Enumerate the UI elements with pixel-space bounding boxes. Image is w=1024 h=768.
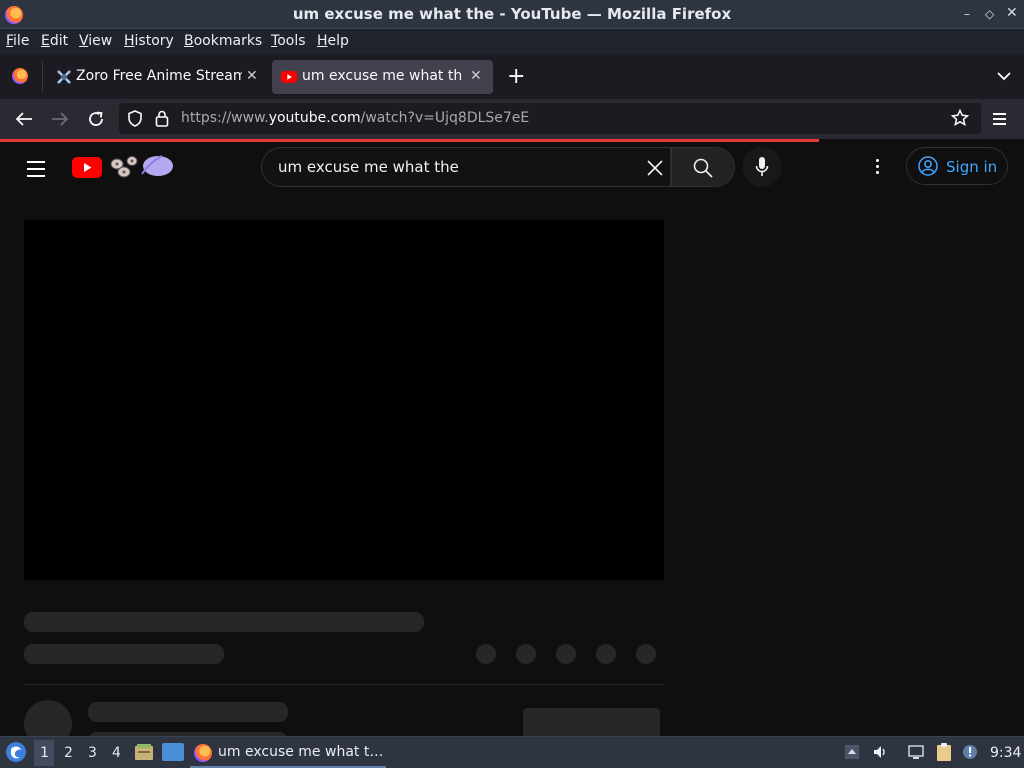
search-input[interactable]: um excuse me what the [261, 147, 671, 187]
back-icon[interactable] [15, 111, 33, 127]
bookmark-star-icon[interactable] [951, 109, 969, 127]
title-skeleton [24, 612, 424, 632]
workspace-3[interactable]: 3 [88, 745, 97, 761]
voice-search-button[interactable] [742, 147, 782, 187]
forward-icon[interactable] [51, 111, 69, 127]
more-options-icon[interactable] [876, 159, 879, 174]
guide-menu-icon[interactable] [27, 161, 45, 177]
subtitle-skeleton [24, 644, 224, 664]
close-tab-icon[interactable]: ✕ [470, 68, 482, 84]
workspace-2[interactable]: 2 [64, 745, 73, 761]
menu-file[interactable]: File [6, 33, 29, 49]
reload-icon[interactable] [87, 110, 105, 128]
close-window-button[interactable]: ✕ [1006, 5, 1018, 21]
menu-history[interactable]: History [124, 33, 174, 49]
action-skeleton-dot [476, 644, 496, 664]
youtube-favicon-icon [281, 71, 297, 83]
clipboard-icon[interactable] [934, 742, 954, 762]
search-button[interactable] [671, 147, 735, 187]
address-bar[interactable]: https://www.youtube.com/watch?v=Ujq8DLSe… [119, 103, 981, 134]
action-skeleton-dot [516, 644, 536, 664]
close-tab-icon[interactable]: ✕ [246, 68, 258, 84]
firefox-view-icon[interactable] [12, 68, 28, 84]
show-desktop-icon[interactable] [162, 743, 184, 761]
action-skeleton-dot [636, 644, 656, 664]
menu-view[interactable]: View [79, 33, 112, 49]
menu-edit[interactable]: Edit [41, 33, 68, 49]
update-notifier-icon[interactable] [962, 744, 978, 760]
firefox-icon [194, 744, 212, 762]
youtube-logo-icon[interactable] [72, 157, 102, 178]
maximize-button[interactable]: ◇ [985, 7, 994, 21]
window-title: um excuse me what the - YouTube — Mozill… [292, 5, 732, 23]
search-icon [693, 158, 713, 178]
divider [24, 684, 664, 685]
tray-up-arrow-icon[interactable] [844, 744, 860, 760]
url-text[interactable]: https://www.youtube.com/watch?v=Ujq8DLSe… [181, 110, 529, 126]
lock-icon[interactable] [155, 110, 169, 127]
channel-skeleton [88, 702, 288, 722]
action-skeleton-dot [596, 644, 616, 664]
list-all-tabs-icon[interactable] [997, 71, 1011, 81]
file-manager-icon[interactable] [134, 742, 154, 762]
app-menu-icon[interactable] [993, 113, 1006, 130]
window-titlebar: um excuse me what the - YouTube — Mozill… [0, 0, 1024, 29]
clear-search-icon[interactable] [647, 160, 663, 176]
menu-bookmarks[interactable]: Bookmarks [184, 33, 262, 49]
minimize-button[interactable]: – [964, 7, 970, 21]
search-query-text: um excuse me what the [278, 158, 459, 176]
url-prefix: https://www. [181, 110, 269, 126]
youtube-header: um excuse me what the Sign in [0, 142, 1024, 194]
sign-in-label: Sign in [946, 158, 998, 176]
action-skeleton-dot [556, 644, 576, 664]
sign-in-button[interactable]: Sign in [906, 147, 1008, 185]
network-icon[interactable] [908, 744, 924, 760]
clock[interactable]: 9:34 [990, 745, 1021, 761]
navigation-toolbar: https://www.youtube.com/watch?v=Ujq8DLSe… [0, 99, 1024, 139]
tab-bar: Zoro Free Anime Streami ✕ um excuse me w… [0, 54, 1024, 99]
menu-tools[interactable]: Tools [271, 33, 306, 49]
tab-zoro[interactable]: Zoro Free Anime Streami ✕ [48, 60, 268, 94]
tab-youtube-active[interactable]: um excuse me what the ✕ [272, 60, 493, 94]
tab-label: um excuse me what the [302, 68, 462, 84]
workspace-1[interactable]: 1 [40, 745, 49, 761]
zoro-favicon-icon [57, 70, 71, 84]
url-domain: youtube.com [268, 110, 361, 126]
account-icon [918, 156, 938, 176]
tab-label: Zoro Free Anime Streami [76, 68, 242, 84]
youtube-doodle-icon[interactable] [108, 152, 174, 180]
tracking-protection-shield-icon[interactable] [127, 110, 143, 127]
volume-icon[interactable] [872, 744, 888, 760]
start-menu-icon[interactable] [5, 741, 27, 763]
tab-divider [42, 62, 43, 92]
menu-help[interactable]: Help [317, 33, 349, 49]
url-path: /watch?v=Ujq8DLSe7eE [360, 110, 530, 126]
microphone-icon [755, 157, 769, 176]
taskbar-firefox-task[interactable]: um excuse me what t… [190, 740, 386, 768]
taskbar: 1 2 3 4 um excuse me what t… 9:34 [0, 736, 1024, 768]
new-tab-button[interactable]: + [507, 64, 525, 89]
video-player[interactable] [24, 220, 664, 580]
menu-bar: File Edit View History Bookmarks Tools H… [0, 29, 1024, 54]
task-label: um excuse me what t… [218, 744, 384, 760]
workspace-4[interactable]: 4 [112, 745, 121, 761]
